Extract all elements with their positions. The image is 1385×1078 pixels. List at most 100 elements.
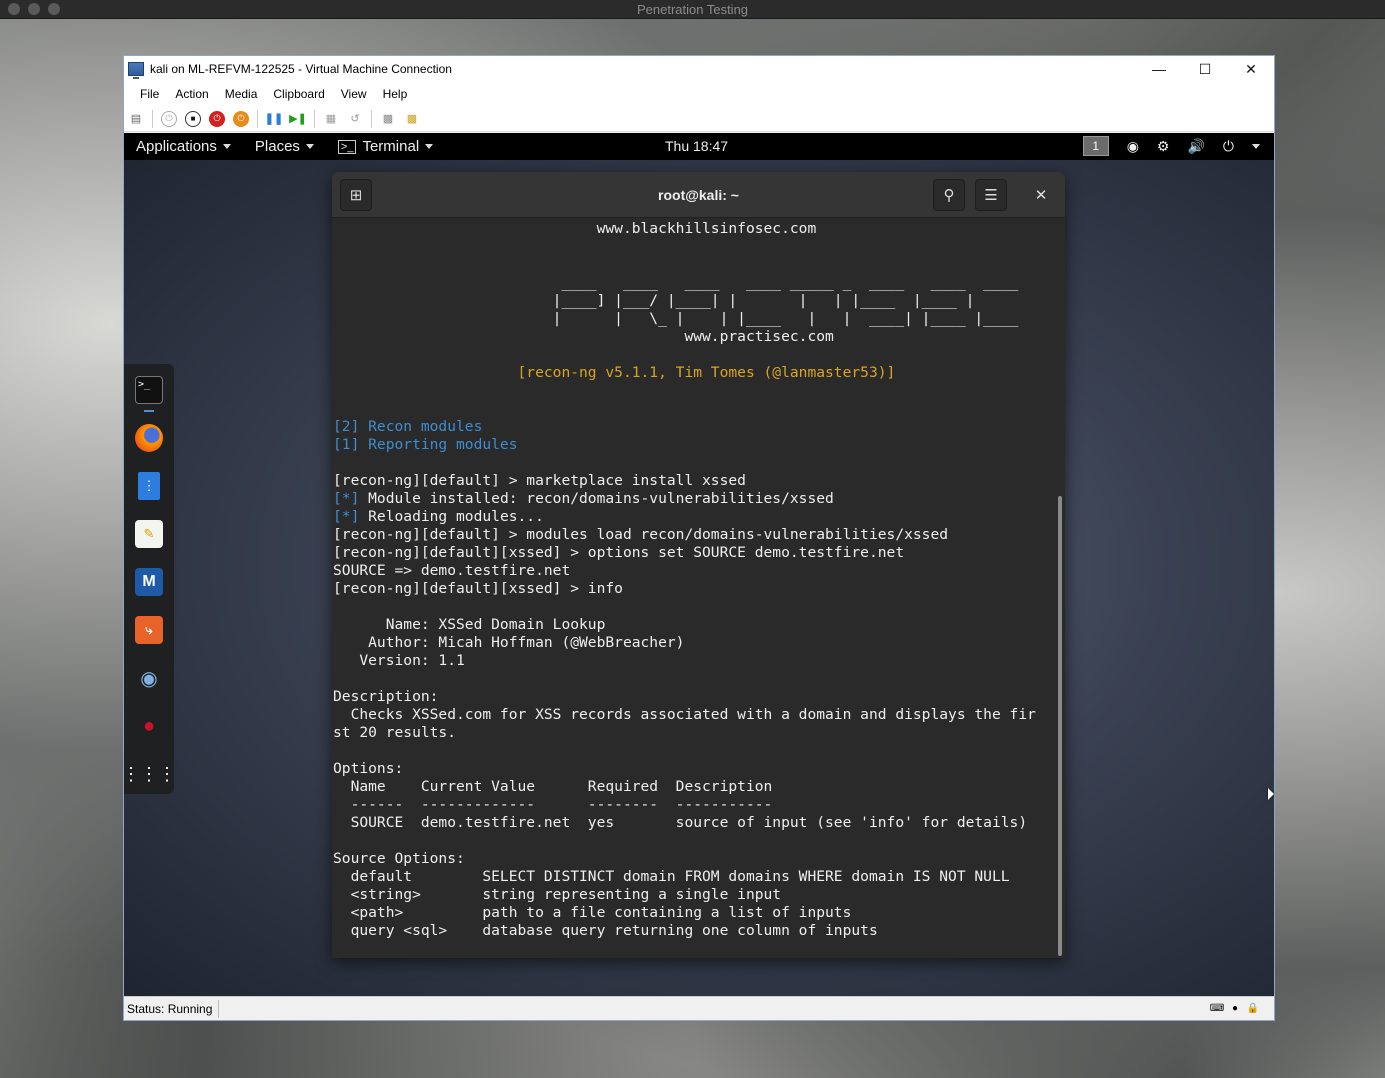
enhanced-session-icon[interactable]: ▩	[380, 111, 396, 127]
share-icon[interactable]: ▩	[404, 111, 420, 127]
minimize-dot[interactable]	[28, 3, 40, 15]
vm-menu-bar: File Action Media Clipboard View Help	[124, 82, 1274, 106]
dock-eye[interactable]: ◉	[134, 660, 164, 696]
power-icon[interactable]: ⏻	[1223, 138, 1234, 155]
terminal-line: st 20 results.	[333, 724, 457, 741]
terminal-line: www.practisec.com	[333, 328, 834, 345]
keyboard-icon: ⌨	[1209, 1002, 1225, 1014]
chevron-down-icon	[425, 144, 434, 149]
terminal-line: Options:	[333, 760, 404, 777]
zoom-dot[interactable]	[48, 3, 60, 15]
terminal-line: ____ ____ ____ ____ _____ _ ____ ____ __…	[333, 274, 1019, 291]
new-tab-button[interactable]: ⊞	[340, 179, 372, 211]
terminal-title: root@kali: ~	[658, 186, 739, 203]
workspace-indicator[interactable]: 1	[1082, 136, 1109, 156]
users-icon[interactable]: ◉	[1127, 138, 1139, 155]
terminal-line: SOURCE demo.testfire.net yes source of i…	[333, 814, 1028, 831]
terminal-line: Name Current Value Required Description	[333, 778, 773, 795]
close-dot[interactable]	[8, 3, 20, 15]
vm-toolbar: ▤ ⏻ ■ ⏻ ⏻ ❚❚ ▶❚ ▦ ↺ ▩ ▩	[124, 106, 1274, 132]
applications-menu[interactable]: Applications	[136, 138, 231, 155]
terminal-line: <string> string representing a single in…	[333, 886, 782, 903]
terminal-line: Source Options:	[333, 850, 465, 867]
terminal-app-menu[interactable]: >_ Terminal	[337, 138, 434, 155]
shut-down-icon[interactable]: ⏻	[209, 110, 225, 127]
mouse-icon: ●	[1231, 1002, 1239, 1014]
terminal-line: <path> path to a file containing a list …	[333, 904, 852, 921]
terminal-line: [recon-ng][default][xssed] > options set…	[333, 544, 905, 561]
dock-firefox[interactable]	[134, 420, 164, 456]
checkpoint-icon[interactable]: ▦	[323, 111, 339, 127]
chevron-down-icon[interactable]	[1252, 143, 1260, 149]
dock-files[interactable]: ⋮	[134, 468, 164, 504]
network-icon[interactable]: ⚙	[1157, 138, 1170, 155]
terminal-line: [recon-ng][default] > modules load recon…	[333, 526, 949, 543]
dock: >_ ⋮ ✎ M ⤷ ◉ ● ⋮⋮⋮	[124, 364, 176, 794]
lock-icon: 🔒	[1246, 1002, 1260, 1014]
start-icon[interactable]: ⏻	[161, 110, 177, 127]
maximize-button[interactable]: ☐	[1182, 56, 1228, 82]
places-menu[interactable]: Places	[255, 138, 314, 155]
terminal-line: [2] Recon modules	[333, 418, 483, 435]
files-icon: ⋮	[138, 472, 160, 500]
dock-burpsuite[interactable]: ⤷	[134, 612, 164, 648]
terminal-line: | | \_ | | |____ | | ____| |____ |____	[333, 310, 1019, 327]
vm-connection-icon	[128, 62, 144, 79]
terminal-line: query <sql> database query returning one…	[333, 922, 878, 939]
guest-desktop: Applications Places >_ Terminal Thu 18:4…	[124, 133, 1274, 997]
menu-help[interactable]: Help	[375, 87, 416, 101]
host-title-bar: Penetration Testing	[0, 0, 1385, 19]
terminal-line: [*] Reloading modules...	[333, 508, 544, 525]
terminal-scrollbar[interactable]	[1058, 496, 1062, 956]
terminal-header: ⊞ root@kali: ~ ⚲ ☰ ✕	[332, 172, 1065, 218]
chevron-down-icon	[305, 144, 314, 149]
pause-icon[interactable]: ❚❚	[265, 111, 283, 127]
clock[interactable]: Thu 18:47	[665, 138, 728, 154]
minimize-button[interactable]: —	[1136, 56, 1182, 82]
terminal-label: Terminal	[362, 138, 420, 155]
resume-icon[interactable]: ▶❚	[289, 111, 307, 127]
turn-off-icon[interactable]: ■	[185, 110, 201, 127]
dock-terminal[interactable]: >_	[134, 372, 164, 412]
menu-clipboard[interactable]: Clipboard	[265, 87, 332, 101]
menu-media[interactable]: Media	[217, 87, 266, 101]
menu-action[interactable]: Action	[167, 87, 216, 101]
dock-cherrytree[interactable]: ●	[134, 708, 164, 744]
terminal-line: [recon-ng][default][xssed] > info	[333, 580, 623, 597]
ctrl-alt-del-icon[interactable]: ▤	[128, 111, 144, 127]
menu-file[interactable]: File	[132, 87, 167, 101]
terminal-line: default SELECT DISTINCT domain FROM doma…	[333, 868, 1010, 885]
search-button[interactable]: ⚲	[933, 179, 965, 211]
vm-status-bar: Status: Running ⌨ ● 🔒	[124, 996, 1274, 1020]
gnome-top-bar: Applications Places >_ Terminal Thu 18:4…	[124, 133, 1274, 160]
terminal-output[interactable]: www.blackhillsinfosec.com ____ ____ ____…	[332, 218, 1065, 958]
terminal-line: SOURCE => demo.testfire.net	[333, 562, 571, 579]
chevron-down-icon	[222, 144, 231, 149]
places-label: Places	[254, 138, 300, 155]
menu-view[interactable]: View	[333, 87, 375, 101]
show-apps-icon: ⋮⋮⋮	[124, 764, 176, 784]
terminal-line: Name: XSSed Domain Lookup	[333, 616, 606, 633]
save-icon[interactable]: ⏻	[233, 110, 249, 127]
dock-text-editor[interactable]: ✎	[134, 516, 164, 552]
dock-metasploit[interactable]: M	[134, 564, 164, 600]
terminal-line: [recon-ng v5.1.1, Tim Tomes (@lanmaster5…	[333, 364, 896, 381]
vm-title-bar: kali on ML-REFVM-122525 - Virtual Machin…	[124, 56, 1274, 82]
close-terminal-button[interactable]: ✕	[1025, 179, 1057, 211]
dock-show-apps[interactable]: ⋮⋮⋮	[124, 756, 176, 792]
terminal-small-icon: >_	[337, 139, 357, 154]
volume-icon[interactable]: 🔊	[1187, 138, 1204, 155]
applications-label: Applications	[136, 138, 217, 155]
close-button[interactable]: ✕	[1228, 56, 1274, 82]
terminal-icon: >_	[135, 376, 163, 404]
terminal-window[interactable]: ⊞ root@kali: ~ ⚲ ☰ ✕ www.blackhillsinfos…	[332, 172, 1065, 958]
revert-icon[interactable]: ↺	[347, 111, 363, 127]
hamburger-menu-button[interactable]: ☰	[975, 179, 1007, 211]
